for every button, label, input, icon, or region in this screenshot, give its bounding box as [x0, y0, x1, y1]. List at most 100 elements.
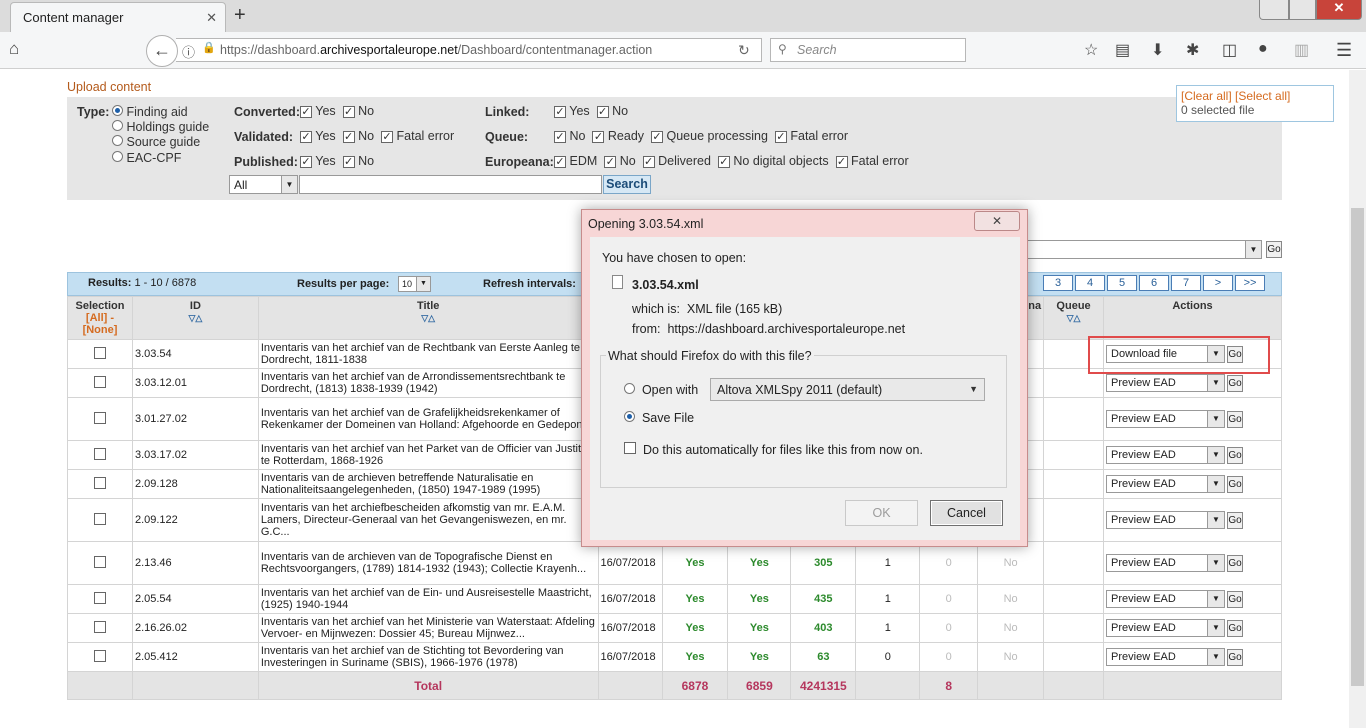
new-tab-icon[interactable]: +: [234, 4, 246, 27]
checkbox-queue-no[interactable]: ✓: [554, 131, 566, 143]
row-action-select[interactable]: Preview EAD: [1106, 511, 1226, 529]
id-header[interactable]: ID ▽△: [131, 296, 259, 340]
upload-content-link[interactable]: Upload content: [67, 80, 151, 94]
checkbox-validated-no[interactable]: ✓: [342, 131, 355, 143]
radio-source-guide[interactable]: [112, 135, 123, 146]
type-source-guide[interactable]: Source guide: [112, 135, 200, 149]
row-checkbox[interactable]: [93, 512, 106, 525]
row-action-select[interactable]: Preview EAD: [1106, 590, 1226, 608]
reading-list-icon[interactable]: ▤: [1115, 40, 1130, 60]
search-text-input[interactable]: [299, 175, 602, 194]
row-go-button[interactable]: Go: [1227, 475, 1244, 493]
radio-eac-cpf[interactable]: [112, 151, 123, 162]
search-input[interactable]: Search: [770, 38, 966, 62]
open-with-select[interactable]: Altova XMLSpy 2011 (default): [710, 378, 985, 401]
checkbox-europeana-fatal[interactable]: ✓: [835, 156, 848, 168]
type-finding-aid[interactable]: Finding aid: [112, 105, 188, 119]
batch-action-select[interactable]: e▼: [1015, 240, 1262, 259]
clear-all-link[interactable]: [Clear all]: [1181, 89, 1232, 103]
checkbox-converted-no[interactable]: ✓: [342, 106, 355, 118]
url-bar[interactable]: https://dashboard.archivesportaleurope.n…: [176, 38, 762, 62]
title-header[interactable]: Title ▽△: [257, 296, 599, 340]
radio-holdings-guide[interactable]: [112, 120, 123, 131]
checkbox-queue-ready[interactable]: ✓: [592, 131, 605, 143]
download-icon[interactable]: ⬇: [1151, 40, 1164, 60]
checkbox-delivered[interactable]: ✓: [642, 156, 655, 168]
checkbox-europeana-no[interactable]: ✓: [604, 156, 617, 168]
sort-icon[interactable]: ▽△: [421, 313, 435, 323]
row-action-select[interactable]: Preview EAD: [1106, 410, 1226, 428]
batch-go-button[interactable]: Go: [1266, 241, 1282, 258]
row-checkbox[interactable]: [93, 375, 106, 388]
dialog-close-icon[interactable]: ✕: [974, 211, 1020, 231]
open-with-option[interactable]: Open with: [624, 383, 698, 397]
row-action-select[interactable]: Preview EAD: [1106, 554, 1226, 572]
row-checkbox[interactable]: [93, 555, 106, 568]
sidebar-icon[interactable]: ◫: [1222, 40, 1237, 60]
page-4[interactable]: 4: [1075, 275, 1105, 291]
row-checkbox[interactable]: [93, 620, 106, 633]
checkbox-validated-yes[interactable]: ✓: [300, 131, 312, 143]
checkbox-published-yes[interactable]: ✓: [300, 156, 312, 168]
browser-tab[interactable]: Content manager ✕: [10, 2, 226, 32]
row-action-select[interactable]: Preview EAD: [1106, 374, 1226, 392]
page-6[interactable]: 6: [1139, 275, 1169, 291]
type-eac-cpf[interactable]: EAC-CPF: [112, 151, 181, 165]
row-go-button[interactable]: Go: [1227, 446, 1244, 464]
bookmark-star-icon[interactable]: ☆: [1084, 40, 1098, 60]
row-checkbox[interactable]: [93, 591, 106, 604]
radio-save-file[interactable]: [624, 411, 635, 422]
row-checkbox[interactable]: [93, 476, 106, 489]
page-3[interactable]: 3: [1043, 275, 1073, 291]
row-checkbox[interactable]: [93, 346, 106, 359]
close-window-button[interactable]: ✕: [1316, 0, 1362, 20]
row-go-button[interactable]: Go: [1227, 590, 1244, 608]
row-go-button[interactable]: Go: [1227, 410, 1244, 428]
row-action-select[interactable]: Preview EAD: [1106, 475, 1226, 493]
row-go-button[interactable]: Go: [1227, 619, 1244, 637]
checkbox-queue-processing[interactable]: ✓: [651, 131, 663, 143]
per-page-select[interactable]: 10 ▼: [398, 276, 431, 292]
scrollbar-thumb[interactable]: [1351, 208, 1364, 686]
type-holdings-guide[interactable]: Holdings guide: [112, 120, 209, 134]
row-go-button[interactable]: Go: [1227, 511, 1244, 529]
row-go-button[interactable]: Go: [1227, 554, 1244, 572]
cancel-button[interactable]: Cancel: [930, 500, 1003, 526]
tab-close-icon[interactable]: ✕: [206, 10, 217, 26]
minimize-button[interactable]: [1259, 0, 1289, 20]
checkbox-queue-fatal[interactable]: ✓: [774, 131, 787, 143]
extension-icon[interactable]: ✱: [1186, 40, 1199, 60]
checkbox-converted-yes[interactable]: ✓: [300, 106, 312, 118]
info-icon[interactable]: ⓘ: [182, 42, 195, 61]
page-next[interactable]: >: [1203, 275, 1233, 291]
sort-icon[interactable]: ▽△: [188, 313, 202, 323]
checkbox-no-digital[interactable]: ✓: [717, 156, 730, 168]
account-icon[interactable]: ●: [1258, 40, 1268, 58]
radio-finding-aid[interactable]: [112, 105, 123, 116]
auto-option[interactable]: Do this automatically for files like thi…: [624, 442, 923, 457]
row-checkbox[interactable]: [93, 447, 106, 460]
row-action-select[interactable]: Preview EAD: [1106, 619, 1226, 637]
back-button[interactable]: ←: [146, 35, 178, 67]
checkbox-auto[interactable]: [624, 442, 636, 454]
page-7[interactable]: 7: [1171, 275, 1201, 291]
row-checkbox[interactable]: [93, 649, 106, 662]
sort-icon[interactable]: ▽△: [1067, 313, 1081, 323]
row-action-select[interactable]: Preview EAD: [1106, 648, 1226, 666]
checkbox-linked-yes[interactable]: ✓: [554, 106, 566, 118]
ok-button[interactable]: OK: [845, 500, 918, 526]
row-action-select[interactable]: Preview EAD: [1106, 446, 1226, 464]
checkbox-published-no[interactable]: ✓: [342, 156, 355, 168]
page-last[interactable]: >>: [1235, 275, 1265, 291]
search-button[interactable]: Search: [603, 175, 651, 194]
row-go-button[interactable]: Go: [1227, 374, 1244, 392]
scope-select[interactable]: All ▼: [229, 175, 298, 194]
save-file-option[interactable]: Save File: [624, 411, 694, 425]
library-icon[interactable]: ▥: [1294, 40, 1309, 60]
none-link[interactable]: [None]: [83, 324, 118, 336]
page-5[interactable]: 5: [1107, 275, 1137, 291]
checkbox-linked-no[interactable]: ✓: [596, 106, 609, 118]
row-checkbox[interactable]: [93, 411, 106, 424]
checkbox-validated-fatal[interactable]: ✓: [381, 131, 394, 143]
select-all-link[interactable]: [Select all]: [1235, 89, 1290, 103]
